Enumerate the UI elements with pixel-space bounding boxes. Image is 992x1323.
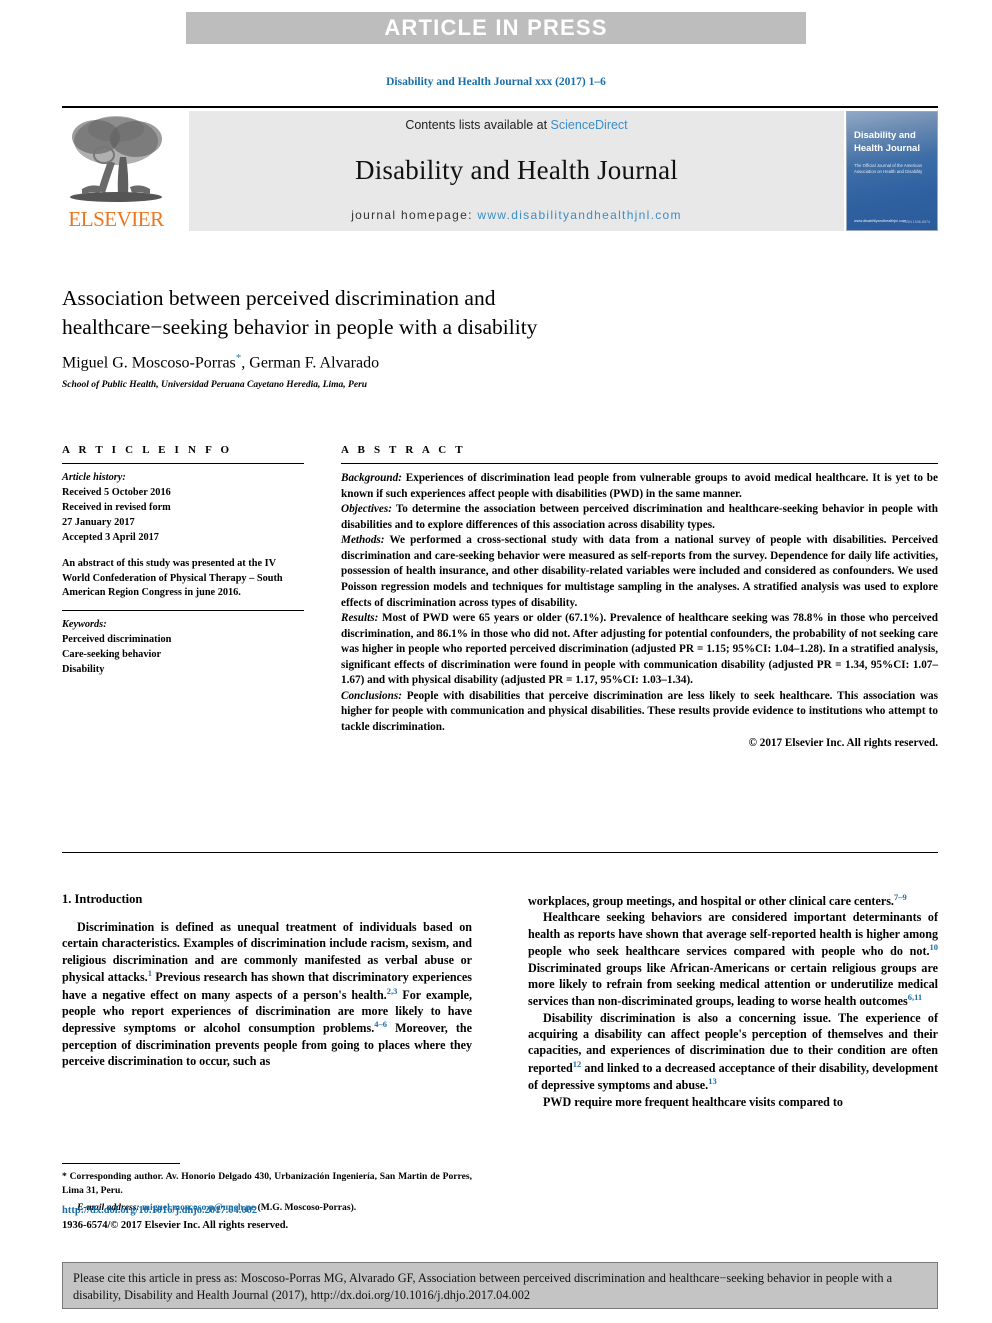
author-primary: Miguel G. Moscoso-Porras	[62, 354, 236, 372]
citation-ref[interactable]: 7–9	[894, 892, 907, 902]
journal-homepage-link[interactable]: www.disabilityandhealthjnl.com	[477, 208, 681, 222]
article-in-press-banner: ARTICLE IN PRESS	[186, 12, 806, 44]
abstract-section: Objectives: To determine the association…	[341, 502, 938, 533]
article-history-item: Received 5 October 2016	[62, 486, 171, 498]
cite-this-article-box: Please cite this article in press as: Mo…	[62, 1262, 938, 1309]
author-secondary: , German F. Alvarado	[241, 354, 380, 372]
keyword-item: Perceived discrimination	[62, 634, 172, 646]
footer-doi-block: http://dx.doi.org/10.1016/j.dhjo.2017.04…	[62, 1204, 482, 1233]
elsevier-tree-icon	[70, 116, 162, 202]
footnote-rule	[62, 1163, 180, 1164]
abstract-section-text: Experiences of discrimination lead peopl…	[341, 472, 938, 500]
elsevier-logo: ELSEVIER	[62, 111, 170, 231]
citation-ref[interactable]: 6,11	[908, 992, 922, 1002]
citation-ref[interactable]: 4–6	[374, 1019, 387, 1029]
body-paragraph: Discrimination is defined as unequal tre…	[62, 919, 472, 1069]
footnote-address: * Corresponding author. Av. Honorio Delg…	[62, 1170, 472, 1197]
paragraph-text: Discriminated groups like African-Americ…	[528, 960, 938, 1009]
elsevier-wordmark: ELSEVIER	[68, 207, 164, 231]
cover-title-line2: Health Journal	[854, 142, 920, 154]
abstract-body: Background: Experiences of discriminatio…	[341, 464, 938, 751]
paper-title-line2: healthcare−seeking behavior in people wi…	[62, 314, 538, 339]
paper-title-line1: Association between perceived discrimina…	[62, 286, 496, 310]
article-history-item: 27 January 2017	[62, 516, 135, 528]
footnote-address-text: Corresponding author. Av. Honorio Delgad…	[62, 1171, 472, 1196]
citation-ref[interactable]: 10	[930, 942, 939, 952]
body-column-left: 1. Introduction Discrimination is define…	[62, 892, 472, 1069]
abstract-section-label: Methods:	[341, 534, 385, 547]
abstract-section-label: Results:	[341, 612, 379, 625]
cover-footer-issn: ISSN 1936-6574	[903, 220, 930, 224]
abstract-section: Results: Most of PWD were 65 years or ol…	[341, 611, 938, 689]
keywords-label: Keywords:	[62, 619, 107, 631]
journal-title: Disability and Health Journal	[355, 154, 678, 185]
journal-header-panel: Contents lists available at ScienceDirec…	[189, 111, 844, 231]
abstract-section-text: Most of PWD were 65 years or older (67.1…	[341, 612, 938, 687]
cover-subtitle: The Official Journal of the American Ass…	[854, 162, 923, 175]
keywords-block: Keywords: Perceived discrimination Care-…	[62, 611, 304, 678]
abstract-section-text: People with disabilities that perceive d…	[341, 689, 938, 733]
author-affiliation: School of Public Health, Universidad Per…	[62, 379, 368, 390]
paragraph-text: Healthcare seeking behaviors are conside…	[528, 910, 938, 959]
article-history-label: Article history:	[62, 472, 126, 483]
body-column-right: workplaces, group meetings, and hospital…	[528, 892, 938, 1110]
author-list: Miguel G. Moscoso-Porras*, German F. Alv…	[62, 352, 762, 372]
journal-homepage-line: journal homepage: www.disabilityandhealt…	[351, 208, 682, 222]
abstract-section: Methods: We performed a cross-sectional …	[341, 533, 938, 611]
article-info-column: A R T I C L E I N F O Article history: R…	[62, 444, 304, 678]
abstract-section-label: Conclusions:	[341, 689, 402, 702]
cover-title: Disability and Health Journal	[854, 130, 930, 156]
page-title: Association between perceived discrimina…	[62, 284, 762, 341]
body-paragraph: workplaces, group meetings, and hospital…	[528, 892, 938, 909]
abstract-section: Conclusions: People with disabilities th…	[341, 689, 938, 736]
citation-ref[interactable]: 12	[573, 1059, 582, 1069]
abstract-copyright: © 2017 Elsevier Inc. All rights reserved…	[748, 736, 938, 749]
sciencedirect-link[interactable]: ScienceDirect	[551, 118, 628, 132]
article-info-heading: A R T I C L E I N F O	[62, 444, 233, 456]
contents-lists-line: Contents lists available at ScienceDirec…	[405, 118, 627, 132]
cover-footer-url: www.disabilityandhealthjnl.com	[854, 218, 907, 223]
homepage-prefix: journal homepage:	[351, 208, 478, 222]
abstract-section-text: We performed a cross-sectional study wit…	[341, 534, 938, 609]
citation-ref[interactable]: 1	[148, 968, 152, 978]
keyword-item: Care-seeking behavior	[62, 649, 162, 661]
contents-prefix: Contents lists available at	[405, 118, 551, 132]
doi-link[interactable]: http://dx.doi.org/10.1016/j.dhjo.2017.04…	[62, 1204, 482, 1219]
article-history-item: Received in revised form	[62, 501, 171, 513]
cover-title-line1: Disability and	[854, 130, 916, 141]
article-history-item: Accepted 3 April 2017	[62, 531, 159, 543]
citation-ref[interactable]: 2,3	[387, 986, 398, 996]
abstract-section-text: To determine the association between per…	[341, 503, 938, 531]
cite-this-article-text: Please cite this article in press as: Mo…	[73, 1271, 893, 1303]
running-head-citation: Disability and Health Journal xxx (2017)…	[386, 76, 606, 88]
paragraph-text: workplaces, group meetings, and hospital…	[528, 894, 894, 909]
issn-copyright: 1936-6574/© 2017 Elsevier Inc. All right…	[62, 1219, 289, 1231]
article-in-press-label: ARTICLE IN PRESS	[384, 15, 608, 40]
keyword-item: Disability	[62, 664, 105, 676]
paragraph-text: and linked to a decreased acceptance of …	[528, 1060, 939, 1093]
article-info-note: An abstract of this study was presented …	[62, 557, 283, 599]
abstract-heading: A B S T R A C T	[341, 444, 466, 456]
paragraph-text: PWD require more frequent healthcare vis…	[543, 1094, 843, 1109]
abstract-section-label: Objectives:	[341, 503, 392, 516]
abstract-section: Background: Experiences of discriminatio…	[341, 471, 938, 502]
body-paragraph: Healthcare seeking behaviors are conside…	[528, 909, 938, 1009]
title-block: Association between perceived discrimina…	[62, 284, 762, 390]
section-heading-introduction: 1. Introduction	[62, 892, 143, 906]
body-paragraph: Disability discrimination is also a conc…	[528, 1010, 938, 1094]
abstract-column: A B S T R A C T Background: Experiences …	[341, 444, 938, 751]
journal-cover-thumbnail: Disability and Health Journal The Offici…	[846, 111, 938, 231]
abstract-rule-bottom	[62, 852, 938, 853]
abstract-section-label: Background:	[341, 472, 402, 484]
body-paragraph: PWD require more frequent healthcare vis…	[528, 1094, 938, 1110]
citation-ref[interactable]: 13	[708, 1076, 717, 1086]
article-info-body: Article history: Received 5 October 2016…	[62, 464, 304, 601]
journal-masthead: ELSEVIER Contents lists available at Sci…	[62, 106, 938, 232]
